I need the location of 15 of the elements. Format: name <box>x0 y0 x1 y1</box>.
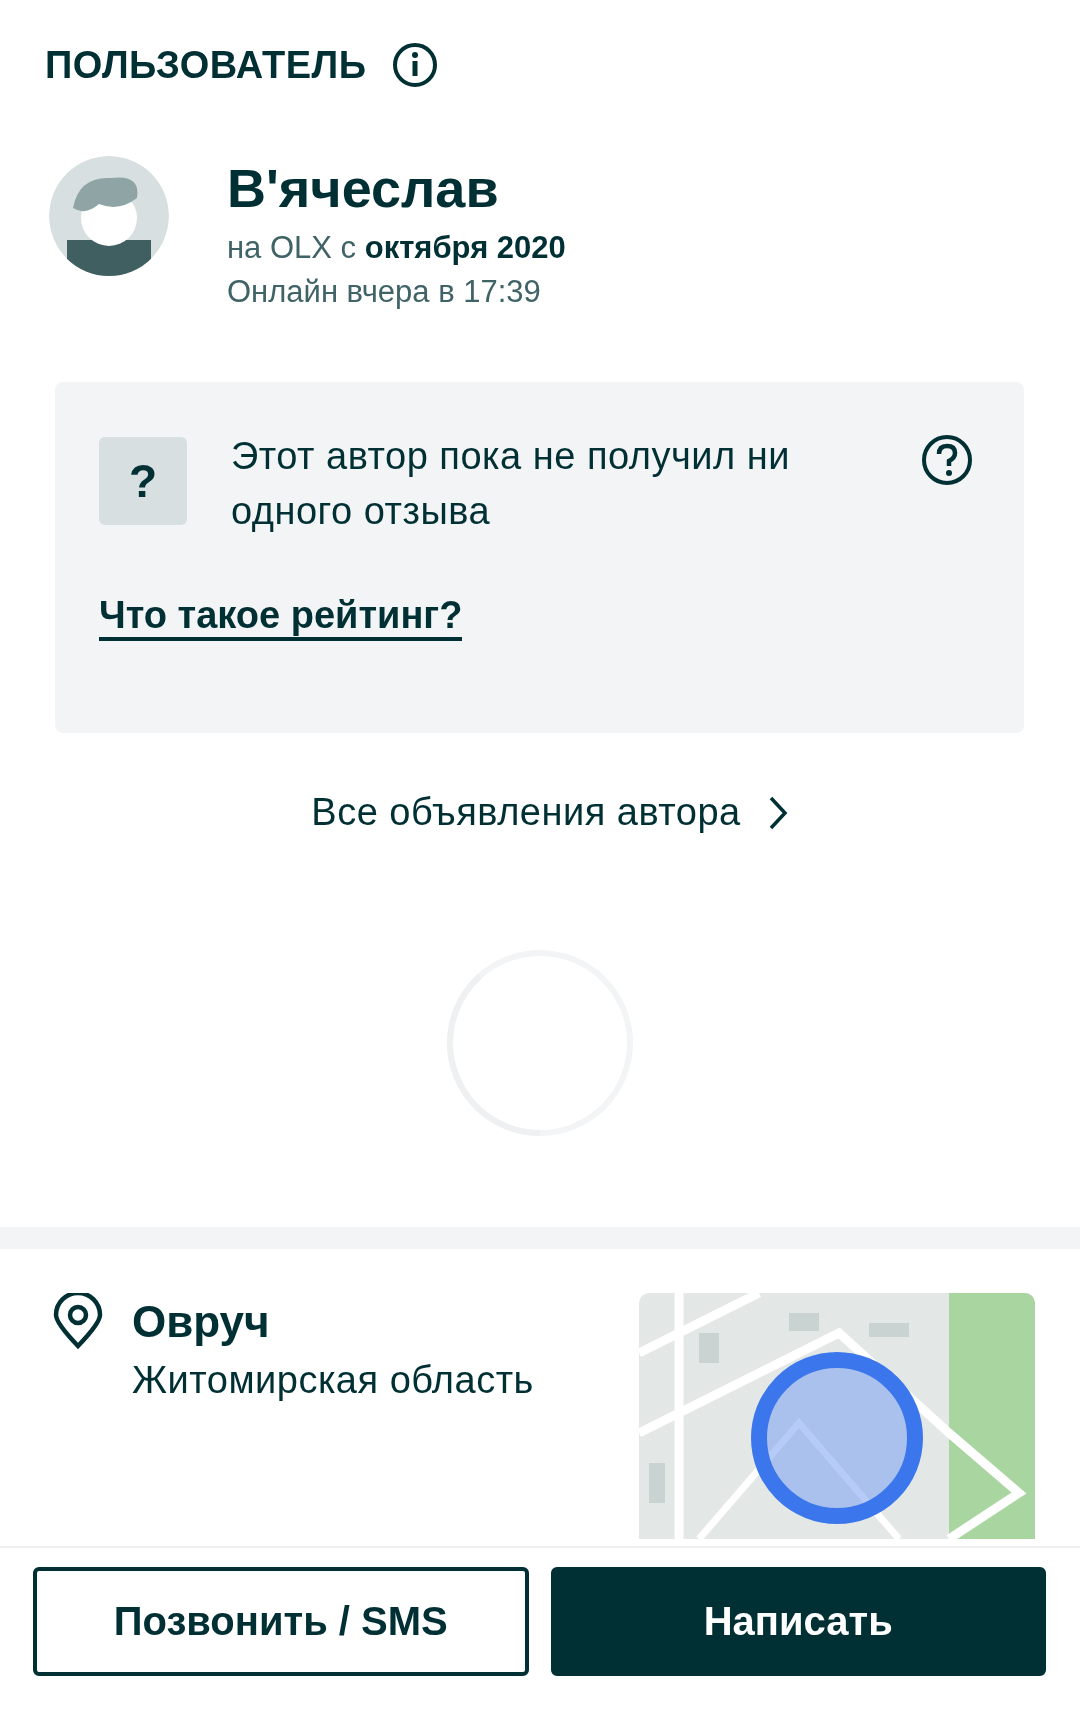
help-icon[interactable] <box>920 433 974 487</box>
call-button[interactable]: Позвонить / SMS <box>33 1567 529 1676</box>
rating-info-link[interactable]: Что такое рейтинг? <box>99 593 463 641</box>
user-name: В'ячеслав <box>227 157 500 220</box>
info-icon[interactable] <box>392 42 439 88</box>
all-ads-link[interactable]: Все объявления автора <box>311 791 789 834</box>
city-name: Овруч <box>132 1297 271 1347</box>
rating-message: Этот автор пока не получил ни одного отзыва <box>231 434 791 534</box>
question-icon: ? <box>99 437 187 525</box>
location-pin-icon <box>52 1293 104 1349</box>
last-seen: Онлайн вчера в 17:39 <box>227 273 542 311</box>
write-button[interactable]: Написать <box>550 1567 1046 1676</box>
region-name: Житомирская область <box>132 1359 534 1402</box>
member-since: на OLX с октября 2020 <box>227 229 566 267</box>
section-title: ПОЛЬЗОВАТЕЛЬ <box>45 43 367 87</box>
